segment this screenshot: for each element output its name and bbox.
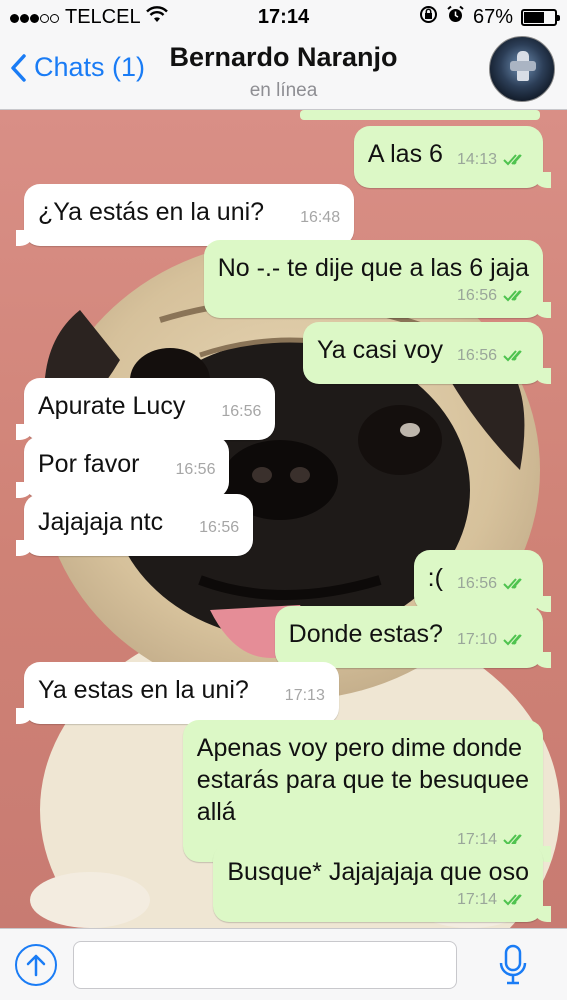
double-check-icon [503,578,522,590]
microphone-icon [499,944,527,985]
outgoing-message[interactable]: Donde estas? 17:10 [274,606,552,668]
message-text: Ya estas en la uni? [38,676,249,704]
message-text: Por favor [38,450,140,478]
message-meta: 17:14 [227,890,529,910]
signal-dot [30,13,39,23]
message-meta: 16:56 [457,568,529,600]
message-text: Busque* Jajajajaja que oso [227,858,529,886]
upload-arrow-icon [26,954,46,977]
double-check-icon [503,290,522,302]
back-button-label: Chats (1) [34,52,146,82]
message-meta: 16:56 [218,286,529,306]
message-meta: 16:56 [457,340,529,372]
message-time: 16:48 [300,209,341,226]
outgoing-message[interactable]: No -.- te dije que a las 6 jaja 16:56 [203,240,552,318]
message-time: 16:56 [456,347,497,364]
incoming-message[interactable]: Jajajaja ntc 16:56 [15,494,254,556]
status-bar: TELCEL 17:14 67% [0,0,567,34]
signal-dot [20,13,29,23]
signal-dot [50,13,59,23]
message-text: :( [427,564,443,592]
input-bar [0,928,567,1000]
status-right: 67% [419,5,560,30]
outgoing-message[interactable]: Busque* Jajajajaja que oso 17:14 [213,844,551,922]
message-meta: 16:56 [199,512,239,544]
chat-area[interactable]: A las 6 14:13 ¿Ya estás en la uni? 16:48 No … [0,110,567,928]
rotation-lock-icon [419,5,438,30]
carrier-name: TELCEL [65,5,141,28]
message-input[interactable] [73,941,457,989]
message-time: 16:56 [221,403,262,420]
message-text: No -.- te dije que a las 6 jaja [217,254,529,282]
attach-button[interactable] [15,944,57,986]
message-text: ¿Ya estás en la uni? [38,198,265,226]
message-meta: 16:56 [175,454,215,486]
incoming-message[interactable]: Apurate Lucy 16:56 [15,378,276,440]
contact-status: en línea [249,80,318,101]
incoming-message[interactable]: Ya estas en la uni? 17:13 [16,662,339,724]
status-left: TELCEL [10,6,210,29]
battery-icon [521,8,560,26]
outgoing-message[interactable]: Apenas voy pero dime donde estarás para … [182,720,552,862]
message-text: Ya casi voy [316,336,443,364]
chevron-left-icon [11,53,26,82]
message-text: Apurate Lucy [38,392,186,420]
message-meta: 17:13 [285,680,325,712]
avatar-figure-arms [510,61,536,71]
message-text: Donde estas? [288,620,443,648]
contact-avatar[interactable] [489,36,555,102]
message-meta: 17:10 [457,624,529,656]
message-time: 17:10 [456,631,497,648]
message-time: 17:14 [456,891,497,908]
message-text: Apenas voy pero dime donde estarás para … [196,734,529,826]
outgoing-message[interactable]: :( 16:56 [413,550,552,612]
alarm-icon [446,5,465,30]
message-text: A las 6 [367,140,443,168]
double-check-icon [503,154,522,166]
double-check-icon [503,350,522,362]
message-text: Jajajaja ntc [38,508,164,536]
chat-header: Chats (1) Bernardo Naranjo en línea [0,34,567,110]
message-time: 17:13 [284,687,325,704]
message-meta: 16:48 [300,202,340,234]
signal-dots [10,6,60,29]
outgoing-message[interactable]: Ya casi voy 16:56 [302,322,552,384]
back-button[interactable]: Chats (1) [10,52,145,83]
message-meta: 14:13 [457,144,529,176]
battery-percent: 67% [472,5,513,28]
incoming-message[interactable]: Por favor 16:56 [15,436,230,498]
message-time: 16:56 [456,287,497,304]
message-meta: 16:56 [221,396,261,428]
incoming-message[interactable]: ¿Ya estás en la uni? 16:48 [15,184,355,246]
double-check-icon [503,894,522,906]
message-time: 16:56 [199,519,240,536]
double-check-icon [503,634,522,646]
signal-dot [40,13,49,23]
wifi-icon [145,5,168,29]
message-time: 16:56 [456,575,497,592]
signal-dot [10,13,19,23]
mic-button[interactable] [496,943,530,987]
message-time: 16:56 [175,461,216,478]
outgoing-message[interactable]: A las 6 14:13 [353,126,552,188]
message-time: 14:13 [456,151,497,168]
battery-fill [524,11,545,23]
